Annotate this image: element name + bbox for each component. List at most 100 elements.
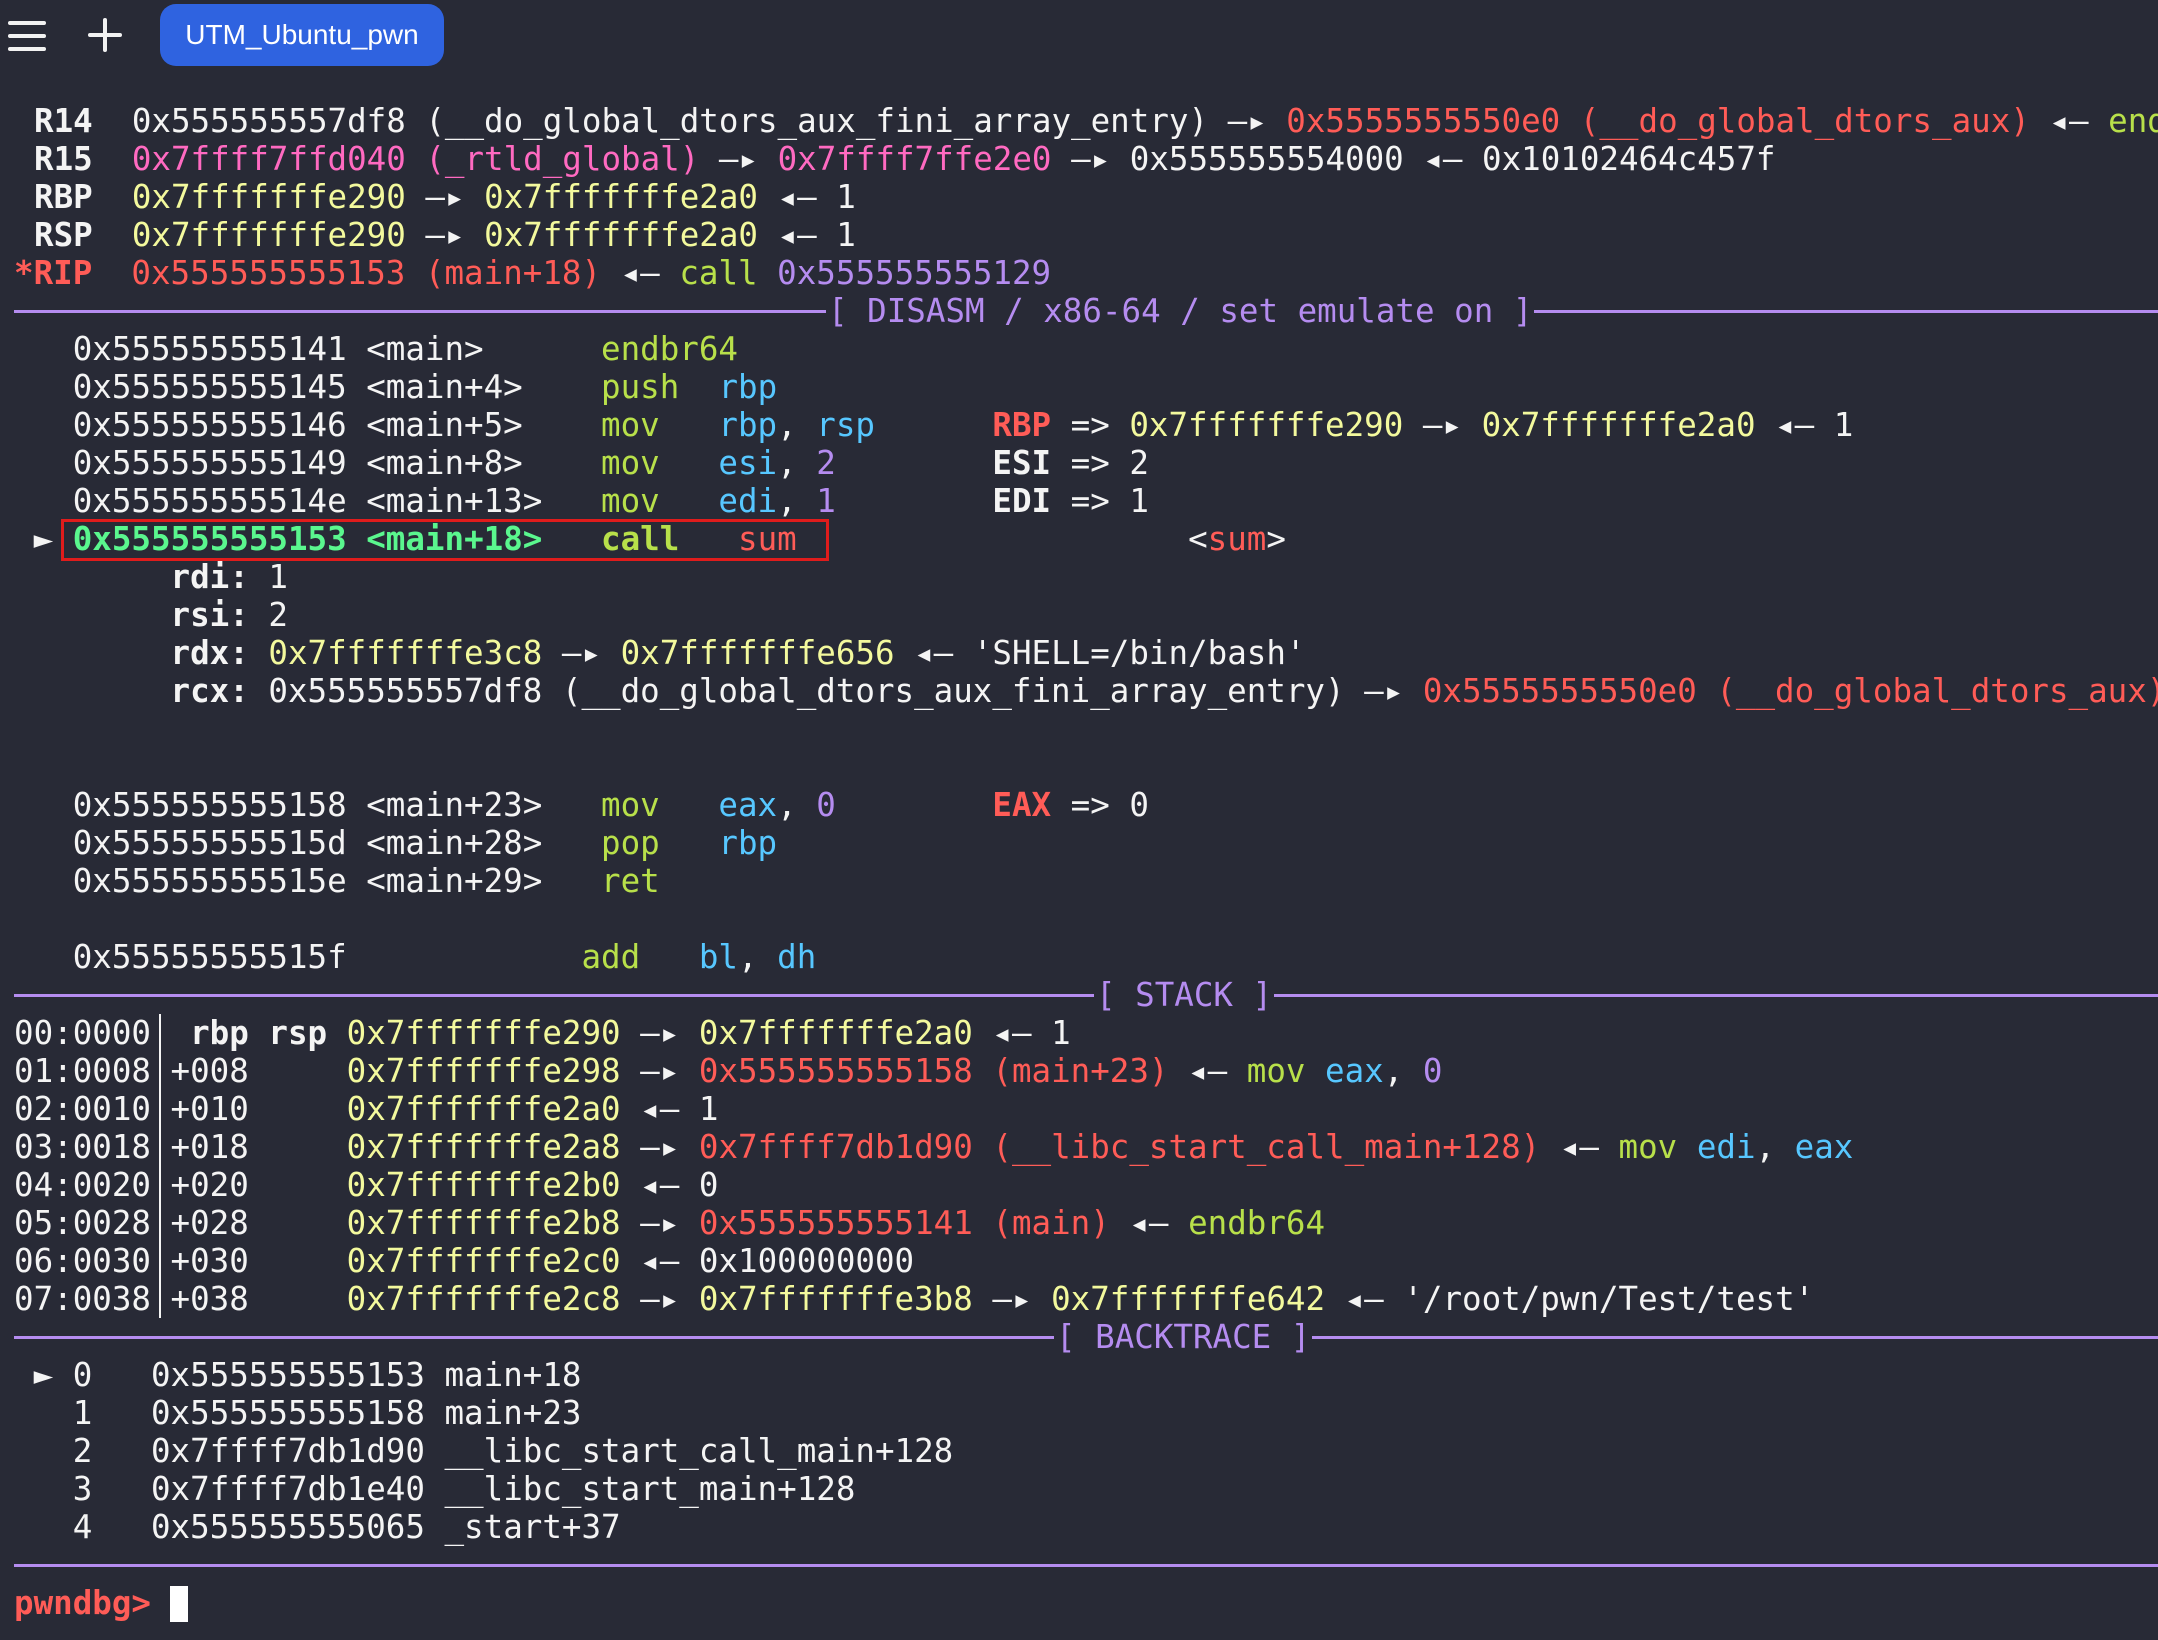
stack-row: 02:0010 +010 0x7fffffffe2a0 ◂— 1 — [14, 1090, 718, 1128]
instruction-operand: dh — [777, 938, 817, 976]
frame-marker — [34, 1508, 54, 1546]
emulated-register: RBP — [992, 406, 1052, 444]
instruction-mnemonic: endbr64 — [601, 330, 738, 368]
tab-utm-ubuntu-pwn[interactable]: UTM_Ubuntu_pwn — [160, 4, 444, 66]
hamburger-menu-icon[interactable] — [8, 21, 46, 51]
new-tab-plus-icon[interactable] — [88, 18, 122, 52]
emulated-register: ESI — [992, 444, 1052, 482]
arg-value: 0x7fffffffe656 — [620, 634, 895, 672]
stack-value: 0x7ffff7db1d90 (__libc_start_call_main+1… — [698, 1128, 1541, 1166]
pointer-arrow: ◂— — [1540, 1128, 1619, 1166]
arg-register: rsi: — [170, 596, 249, 634]
call-target: 0x555555555129 — [777, 254, 1052, 292]
pointer-arrow: —▸ — [620, 1052, 699, 1090]
pointer-arrow: ◂— — [601, 254, 680, 292]
stack-index: 01:0008 — [14, 1052, 151, 1090]
emulated-value: 0x7fffffffe290 — [1129, 406, 1404, 444]
pointer-arrow: ◂— — [1325, 1280, 1404, 1318]
frame-text: 3 0x7ffff7db1e40 __libc_start_main+128 — [53, 1470, 856, 1508]
instruction-operand: 1 — [816, 482, 836, 520]
disasm-line: 0x55555555515f add bl, dh — [14, 938, 817, 976]
pointer-arrow: ◂— — [972, 1014, 1052, 1052]
instruction-operand: 0 — [1422, 1052, 1443, 1090]
stack-offset: +018 — [170, 1128, 347, 1166]
stack-row: 01:0008 +008 0x7fffffffe298 —▸ 0x5555555… — [14, 1052, 1442, 1090]
backtrace-frame: 2 0x7ffff7db1d90 __libc_start_call_main+… — [14, 1432, 954, 1470]
instruction-mnemonic: mov — [601, 482, 660, 520]
stack-index: 03:0018 — [14, 1128, 151, 1166]
stack-address: 0x7fffffffe2c8 — [346, 1280, 621, 1318]
instruction-operand: rbp — [718, 824, 778, 862]
frame-text: 4 0x555555555065 _start+37 — [53, 1508, 621, 1546]
emulated-value: 0x7fffffffe2a0 — [1481, 406, 1756, 444]
pointer-arrow: ◂— — [1109, 1204, 1189, 1242]
stack-value: 0x555555555158 (main+23) — [698, 1052, 1169, 1090]
stack-index: 06:0030 — [14, 1242, 151, 1280]
arg-register: rdi: — [170, 558, 249, 596]
operand-separator: , — [777, 406, 817, 444]
instruction-address: 0x55555555515d <main+28> — [72, 824, 602, 862]
disasm-line: 0x555555555158 <main+23> mov eax, 0 EAX … — [14, 786, 1149, 824]
command-prompt-line[interactable]: pwndbg> — [14, 1584, 171, 1622]
arg-value: 1 — [248, 558, 288, 596]
arg-string: 'SHELL=/bin/bash' — [972, 634, 1306, 672]
instruction-operand: rbp — [718, 368, 778, 406]
stack-row: 00:0000 rbp rsp 0x7fffffffe290 —▸ 0x7fff… — [14, 1014, 1071, 1052]
stack-value: 0x7fffffffe642 — [1051, 1280, 1326, 1318]
instruction-mnemonic: endbr64 — [1188, 1204, 1326, 1242]
instruction-operand: eax — [1794, 1128, 1854, 1166]
emulate-arrow: => — [1051, 482, 1130, 520]
call-arg-rdi: rdi: 1 — [14, 558, 288, 596]
terminal-cursor[interactable] — [170, 1586, 188, 1622]
frame-text: 2 0x7ffff7db1d90 __libc_start_call_main+… — [53, 1432, 954, 1470]
pointer-value: endbr64 — [2108, 102, 2158, 140]
emulated-register: EDI — [992, 482, 1052, 520]
operand-separator: , — [777, 444, 817, 482]
stack-value: 1 — [1051, 1014, 1071, 1052]
instruction-address: 0x55555555515f — [72, 938, 582, 976]
stack-value: 0x7fffffffe3b8 — [698, 1280, 973, 1318]
stack-value: 0x7fffffffe2a0 — [698, 1014, 973, 1052]
instruction-mnemonic: pop — [601, 824, 660, 862]
symbol-bracket: < — [1188, 520, 1208, 558]
prompt-divider — [14, 1564, 2158, 1567]
stack-value: 1 — [698, 1090, 719, 1128]
disasm-line: 0x55555555515e <main+29> ret — [14, 862, 660, 900]
pointer-arrow: —▸ — [1051, 140, 1130, 178]
call-symbol: sum — [1207, 520, 1267, 558]
register-value: 0x555555555153 (main+18) — [131, 254, 602, 292]
disasm-line: 0x555555555149 <main+8> mov esi, 2 ESI =… — [14, 444, 1149, 482]
stack-section-divider — [14, 994, 2158, 997]
stack-address: 0x7fffffffe2a0 — [346, 1090, 621, 1128]
frame-text: 0 0x555555555153 main+18 — [53, 1356, 582, 1394]
stack-index: 00:0000 — [14, 1014, 151, 1052]
pointer-arrow: ◂— — [2029, 102, 2109, 140]
register-r14-line: R14 0x555555557df8 (__do_global_dtors_au… — [14, 102, 2158, 140]
register-name: R14 — [34, 102, 93, 140]
stack-index: 02:0010 — [14, 1090, 151, 1128]
instruction-address: 0x55555555514e <main+13> — [72, 482, 602, 520]
pointer-arrow: ◂— — [894, 634, 973, 672]
stack-index: 05:0028 — [14, 1204, 151, 1242]
pointer-arrow: —▸ — [620, 1014, 699, 1052]
operand-separator: , — [1383, 1052, 1423, 1090]
pointer-arrow: —▸ — [1227, 102, 1287, 140]
instruction-address: 0x555555555145 <main+4> — [72, 368, 602, 406]
terminal-tab-bar: UTM_Ubuntu_pwn — [0, 0, 2158, 70]
instruction-mnemonic: call — [679, 254, 758, 292]
call-arg-rdx: rdx: 0x7fffffffe3c8 —▸ 0x7fffffffe656 ◂—… — [14, 634, 1306, 672]
instruction-mnemonic: mov — [601, 444, 660, 482]
instruction-operand: eax — [718, 786, 778, 824]
stack-offset: +038 — [170, 1280, 347, 1318]
instruction-operand: edi — [718, 482, 778, 520]
instruction-operand: bl — [698, 938, 738, 976]
symbol-bracket: > — [1266, 520, 1286, 558]
instruction-operand: rbp — [718, 406, 778, 444]
pointer-value: 1 — [836, 216, 856, 254]
call-arg-rcx: rcx: 0x555555557df8 (__do_global_dtors_a… — [14, 672, 2158, 710]
backtrace-frame: 4 0x555555555065 _start+37 — [14, 1508, 621, 1546]
instruction-mnemonic: mov — [601, 406, 660, 444]
register-value: 0x7ffff7ffd040 (_rtld_global) — [131, 140, 700, 178]
register-value: 0x7fffffffe290 — [131, 178, 406, 216]
pointer-arrow: —▸ — [972, 1280, 1052, 1318]
